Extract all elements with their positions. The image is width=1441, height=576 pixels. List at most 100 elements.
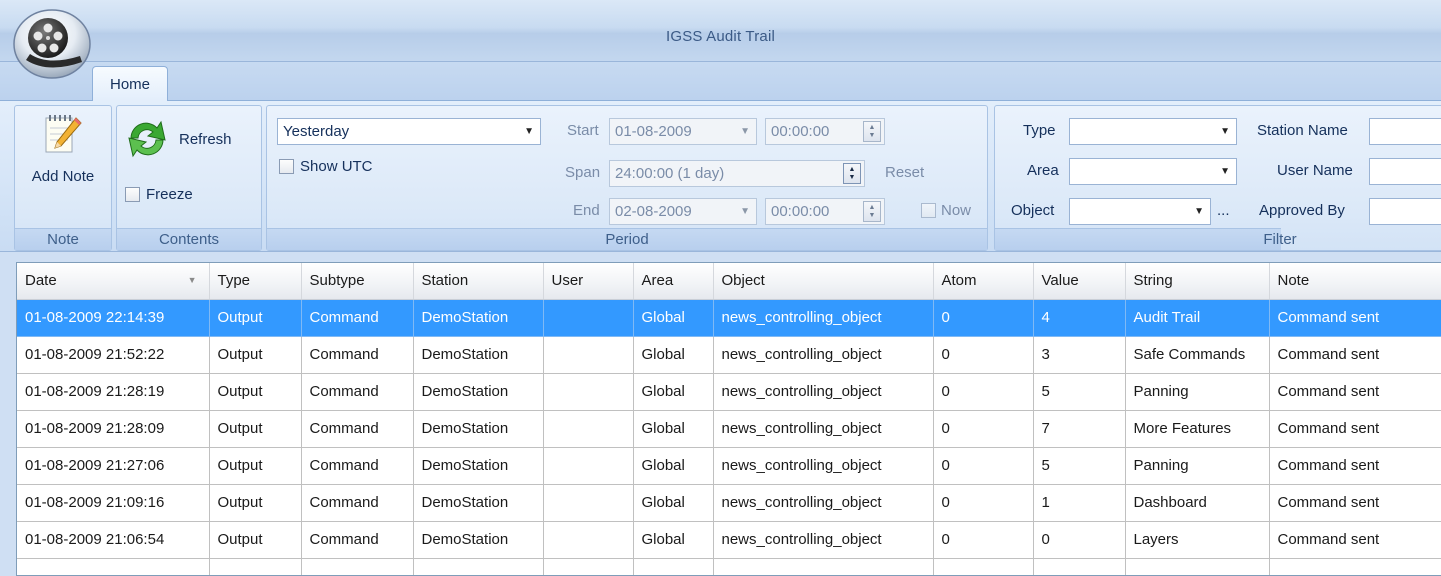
type-cell: Output <box>209 447 302 485</box>
period-group: Yesterday ▼ Show UTC Start 01-08-2009 ▼ … <box>266 105 988 251</box>
atom-cell: 0 <box>933 410 1034 448</box>
object-select[interactable]: ▼ <box>1069 198 1211 225</box>
freeze-checkbox-box[interactable] <box>125 187 140 202</box>
atom-cell: 0 <box>933 336 1034 374</box>
subtype-cell: Command <box>301 410 414 448</box>
value-cell: 5 <box>1033 373 1126 411</box>
reset-button[interactable]: Reset <box>885 164 924 181</box>
end-time-input[interactable]: 00:00:00 ▲ ▼ <box>765 198 885 225</box>
empty-cell <box>933 558 1034 575</box>
end-date-picker[interactable]: 02-08-2009 ▼ <box>609 198 757 225</box>
string-cell: More Features <box>1125 410 1270 448</box>
spin-icon[interactable]: ▲ ▼ <box>843 163 861 184</box>
date-cell: 01-08-2009 21:52:22 <box>17 336 210 374</box>
column-header-note[interactable]: Note <box>1269 263 1441 300</box>
date-cell: 01-08-2009 21:28:19 <box>17 373 210 411</box>
table-row[interactable]: 01-08-2009 21:09:16 Output Command DemoStat… <box>17 484 1441 522</box>
area-cell: Global <box>633 299 714 337</box>
empty-cell <box>1033 558 1126 575</box>
add-note-button[interactable]: Add Note <box>19 112 107 185</box>
start-date-picker[interactable]: 01-08-2009 ▼ <box>609 118 757 145</box>
user-cell <box>543 373 634 411</box>
spin-icon[interactable]: ▲ ▼ <box>863 201 881 222</box>
window-title: IGSS Audit Trail <box>665 28 776 45</box>
station-name-input[interactable] <box>1369 118 1441 145</box>
date-cell: 01-08-2009 21:06:54 <box>17 521 210 559</box>
note-group: Add Note Note <box>14 105 112 251</box>
approved-by-label: Approved By <box>1259 202 1345 219</box>
column-header-atom[interactable]: Atom <box>933 263 1034 300</box>
span-input[interactable]: 24:00:00 (1 day) ▲ ▼ <box>609 160 865 187</box>
type-cell: Output <box>209 336 302 374</box>
filter-group: Type ▼ Area ▼ Object ▼ ... Station Name … <box>994 105 1441 251</box>
approved-by-input[interactable] <box>1369 198 1441 225</box>
column-header-date[interactable]: Date ▼ <box>17 263 210 300</box>
column-header-subtype[interactable]: Subtype <box>301 263 414 300</box>
table-row[interactable]: 01-08-2009 21:27:06 Output Command DemoStat… <box>17 447 1441 485</box>
object-cell: news_controlling_object <box>713 484 934 522</box>
object-browse-button[interactable]: ... <box>1217 202 1230 219</box>
empty-cell <box>17 558 210 575</box>
table-row[interactable]: 01-08-2009 21:28:09 Output Command DemoStat… <box>17 410 1441 448</box>
station-name-label: Station Name <box>1257 122 1348 139</box>
column-header-value[interactable]: Value <box>1033 263 1126 300</box>
period-preset-select[interactable]: Yesterday ▼ <box>277 118 541 145</box>
user-cell <box>543 410 634 448</box>
object-cell: news_controlling_object <box>713 447 934 485</box>
area-cell: Global <box>633 410 714 448</box>
atom-cell: 0 <box>933 447 1034 485</box>
empty-cell <box>1125 558 1270 575</box>
column-header-station[interactable]: Station <box>413 263 544 300</box>
column-header-object[interactable]: Object <box>713 263 934 300</box>
empty-cell <box>633 558 714 575</box>
atom-cell: 0 <box>933 521 1034 559</box>
type-cell: Output <box>209 521 302 559</box>
subtype-cell: Command <box>301 373 414 411</box>
chevron-down-icon: ▼ <box>1194 206 1204 217</box>
empty-cell <box>713 558 934 575</box>
column-header-area[interactable]: Area <box>633 263 714 300</box>
refresh-label: Refresh <box>179 130 232 148</box>
audit-grid-area: Date ▼ Type Subtype Station User Area Obj… <box>0 252 1441 576</box>
empty-cell <box>301 558 414 575</box>
spin-icon[interactable]: ▲ ▼ <box>863 121 881 142</box>
span-label: Span <box>565 164 601 181</box>
application-orb-film-reel-icon[interactable] <box>8 6 100 80</box>
atom-cell: 0 <box>933 373 1034 411</box>
start-time-input[interactable]: 00:00:00 ▲ ▼ <box>765 118 885 145</box>
table-row[interactable]: 01-08-2009 22:14:39 Output Command DemoStat… <box>17 299 1441 337</box>
notepad-pencil-icon <box>45 115 82 153</box>
table-row[interactable]: 01-08-2009 21:52:22 Output Command DemoStat… <box>17 336 1441 374</box>
column-header-type[interactable]: Type <box>209 263 302 300</box>
user-name-input[interactable] <box>1369 158 1441 185</box>
start-date-value: 01-08-2009 <box>615 123 692 140</box>
title-bar: IGSS Audit Trail <box>0 0 1441 62</box>
empty-cell <box>1269 558 1441 575</box>
object-cell: news_controlling_object <box>713 373 934 411</box>
span-value: 24:00:00 (1 day) <box>615 165 725 182</box>
type-label: Type <box>1023 122 1056 139</box>
table-header-row: Date ▼ Type Subtype Station User Area Obj… <box>17 263 1441 300</box>
freeze-checkbox[interactable]: Freeze <box>125 186 193 203</box>
audit-trail-table[interactable]: Date ▼ Type Subtype Station User Area Obj… <box>16 262 1441 576</box>
show-utc-checkbox[interactable]: Show UTC <box>279 158 373 175</box>
table-row[interactable]: 01-08-2009 21:28:19 Output Command DemoStat… <box>17 373 1441 411</box>
column-header-string[interactable]: String <box>1125 263 1270 300</box>
area-select[interactable]: ▼ <box>1069 158 1237 185</box>
table-row[interactable]: 01-08-2009 21:06:54 Output Command DemoStat… <box>17 521 1441 559</box>
string-cell: Safe Commands <box>1125 336 1270 374</box>
start-label: Start <box>567 122 599 139</box>
tab-home[interactable]: Home <box>92 66 168 101</box>
date-cell: 01-08-2009 21:27:06 <box>17 447 210 485</box>
show-utc-checkbox-box[interactable] <box>279 159 294 174</box>
column-header-user[interactable]: User <box>543 263 634 300</box>
now-checkbox-box[interactable] <box>921 203 936 218</box>
note-cell: Command sent <box>1269 336 1441 374</box>
chevron-down-icon: ▼ <box>1220 126 1230 137</box>
now-checkbox[interactable]: Now <box>921 202 971 219</box>
value-cell: 0 <box>1033 521 1126 559</box>
note-cell: Command sent <box>1269 373 1441 411</box>
type-select[interactable]: ▼ <box>1069 118 1237 145</box>
refresh-button[interactable]: Refresh <box>121 116 232 162</box>
value-cell: 1 <box>1033 484 1126 522</box>
